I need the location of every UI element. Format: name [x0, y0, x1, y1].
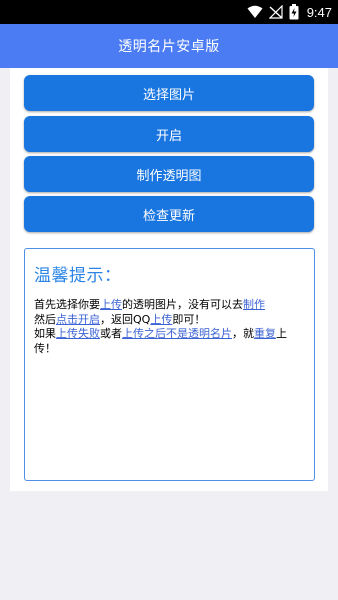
status-time: 9:47 [306, 4, 332, 20]
tips-text: ，返回QQ [100, 312, 151, 326]
wifi-icon [247, 5, 263, 18]
app-bar: 透明名片安卓版 [0, 24, 338, 68]
tips-line-2: 然后点击开启，返回QQ上传即可！ [34, 313, 306, 328]
tips-text: 然后 [34, 312, 56, 326]
status-bar: 9:47 [0, 0, 338, 24]
tips-box: 温馨提示： 首先选择你要上传的透明图片，没有可以去制作 然后点击开启，返回QQ上… [24, 248, 315, 481]
main-card: 选择图片 开启 制作透明图 检查更新 温馨提示： 首先选择你要上传的透明图片，没… [10, 68, 328, 491]
tips-text: 即可！ [172, 312, 206, 326]
tips-text: 如果 [34, 327, 56, 340]
tips-text: 或者 [100, 327, 122, 340]
enable-button[interactable]: 开启 [24, 116, 314, 152]
tips-text: ，就 [232, 327, 254, 340]
status-icons: 9:47 [247, 3, 332, 21]
check-update-button[interactable]: 检查更新 [24, 196, 314, 232]
select-image-button[interactable]: 选择图片 [24, 75, 314, 111]
not-transparent-link[interactable]: 上传之后不是透明名片 [122, 327, 232, 340]
no-signal-icon [268, 5, 283, 19]
tips-text: 首先选择你要 [34, 298, 100, 311]
upload-failed-link[interactable]: 上传失败 [56, 327, 100, 340]
tips-body: 首先选择你要上传的透明图片，没有可以去制作 然后点击开启，返回QQ上传即可！ 如… [34, 298, 306, 356]
upload-link[interactable]: 上传 [150, 313, 172, 326]
tips-line-1: 首先选择你要上传的透明图片，没有可以去制作 [34, 298, 306, 313]
battery-charging-icon [289, 4, 299, 20]
make-link[interactable]: 制作 [243, 298, 265, 311]
click-enable-link[interactable]: 点击开启 [56, 313, 100, 326]
tips-title: 温馨提示： [34, 266, 122, 286]
repeat-link[interactable]: 重复 [254, 327, 276, 340]
upload-link[interactable]: 上传 [100, 298, 122, 311]
tips-text: 的透明图片，没有可以去 [122, 298, 243, 311]
tips-line-3: 如果上传失败或者上传之后不是透明名片，就重复上传！ [34, 327, 306, 356]
app-title: 透明名片安卓版 [118, 39, 220, 55]
make-transparent-button[interactable]: 制作透明图 [24, 156, 314, 192]
